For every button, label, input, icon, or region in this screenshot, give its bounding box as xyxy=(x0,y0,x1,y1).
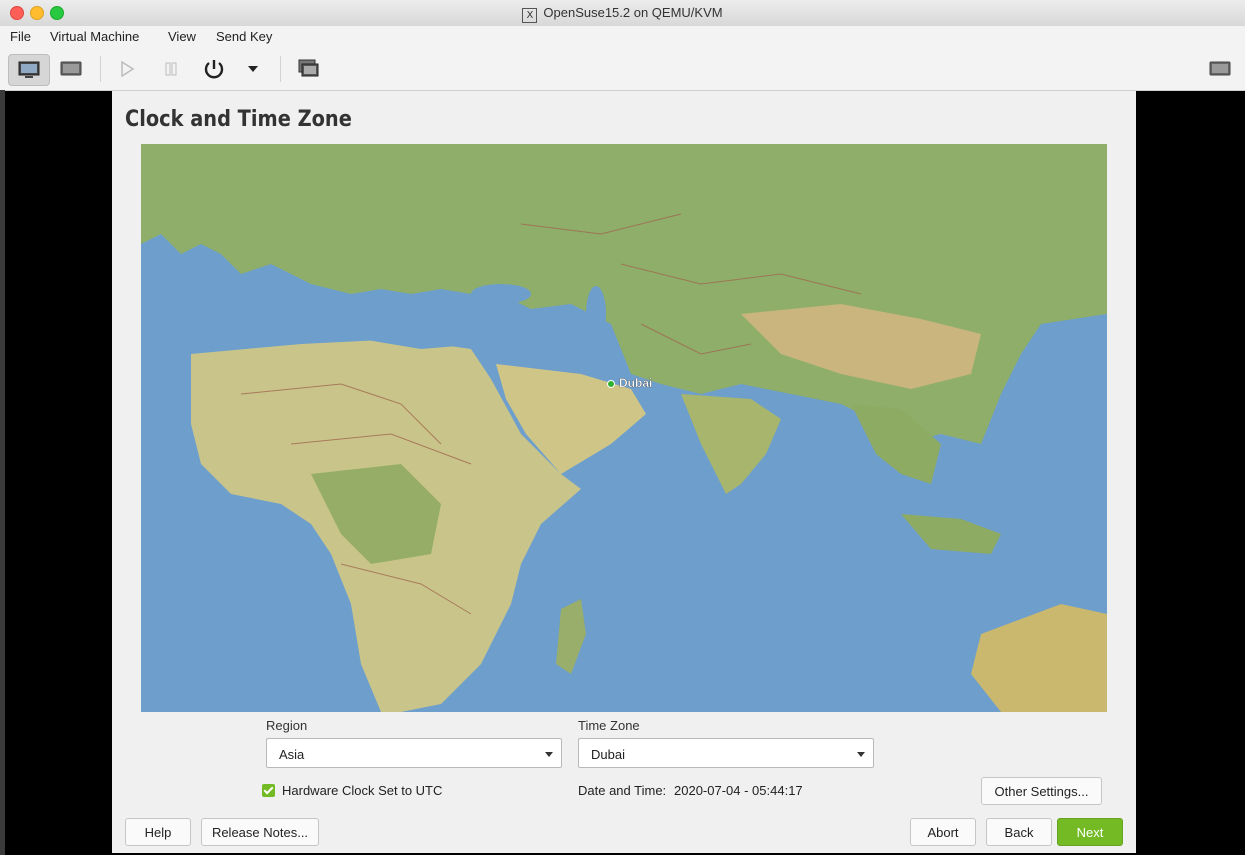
menu-send-key[interactable]: Send Key xyxy=(216,29,272,44)
menu-bar: File Virtual Machine View Send Key xyxy=(0,26,1245,48)
hardware-clock-label: Hardware Clock Set to UTC xyxy=(282,783,443,798)
power-menu-button[interactable] xyxy=(242,54,264,84)
world-map: Dubai xyxy=(141,144,1107,712)
window-edge xyxy=(0,90,5,855)
menu-file[interactable]: File xyxy=(10,29,31,44)
datetime-value: 2020-07-04 - 05:44:17 xyxy=(674,783,803,798)
datetime-label: Date and Time: xyxy=(578,783,667,798)
help-button[interactable]: Help xyxy=(125,818,191,846)
caspian-sea xyxy=(586,286,606,342)
power-icon xyxy=(204,60,224,79)
run-icon xyxy=(121,60,135,78)
console-icon xyxy=(18,61,40,78)
timezone-value: Dubai xyxy=(591,747,625,762)
region-label: Region xyxy=(266,718,308,733)
abort-button[interactable]: Abort xyxy=(910,818,976,846)
pause-button[interactable] xyxy=(156,54,186,84)
toolbar-separator xyxy=(280,56,281,82)
timezone-label: Time Zone xyxy=(578,718,640,733)
timezone-map[interactable]: Dubai xyxy=(141,144,1107,712)
hardware-clock-checkbox[interactable] xyxy=(262,784,275,797)
fullscreen-icon xyxy=(1209,61,1231,76)
timezone-select[interactable]: Dubai xyxy=(578,738,874,768)
black-sea xyxy=(471,284,531,304)
pause-icon xyxy=(165,62,177,76)
next-button[interactable]: Next xyxy=(1057,818,1123,846)
selected-city-marker xyxy=(607,380,615,388)
region-select[interactable]: Asia xyxy=(266,738,562,768)
chevron-down-icon xyxy=(545,752,553,757)
chevron-down-icon xyxy=(857,752,865,757)
run-button[interactable] xyxy=(112,54,142,84)
page-title: Clock and Time Zone xyxy=(125,107,352,132)
guest-display: Clock and Time Zone Dubai Region Asia Ti… xyxy=(112,91,1136,853)
dropdown-icon xyxy=(248,66,258,72)
snapshots-button[interactable] xyxy=(292,54,324,84)
menu-view[interactable]: View xyxy=(168,29,196,44)
release-notes-button[interactable]: Release Notes... xyxy=(201,818,319,846)
toolbar-separator xyxy=(100,56,101,82)
fullscreen-button[interactable] xyxy=(1204,54,1236,84)
back-button[interactable]: Back xyxy=(986,818,1052,846)
window-titlebar: X OpenSuse15.2 on QEMU/KVM xyxy=(0,0,1245,27)
toolbar xyxy=(0,48,1245,91)
x11-icon: X xyxy=(522,8,538,23)
console-button[interactable] xyxy=(8,54,50,86)
details-button[interactable] xyxy=(52,54,90,84)
power-button[interactable] xyxy=(198,54,230,84)
snapshots-icon xyxy=(298,59,319,77)
menu-virtual-machine[interactable]: Virtual Machine xyxy=(50,29,139,44)
window-title: X OpenSuse15.2 on QEMU/KVM xyxy=(0,5,1245,23)
selected-city-label: Dubai xyxy=(619,376,652,390)
other-settings-button[interactable]: Other Settings... xyxy=(981,777,1102,805)
region-value: Asia xyxy=(279,747,305,762)
details-icon xyxy=(60,61,82,76)
